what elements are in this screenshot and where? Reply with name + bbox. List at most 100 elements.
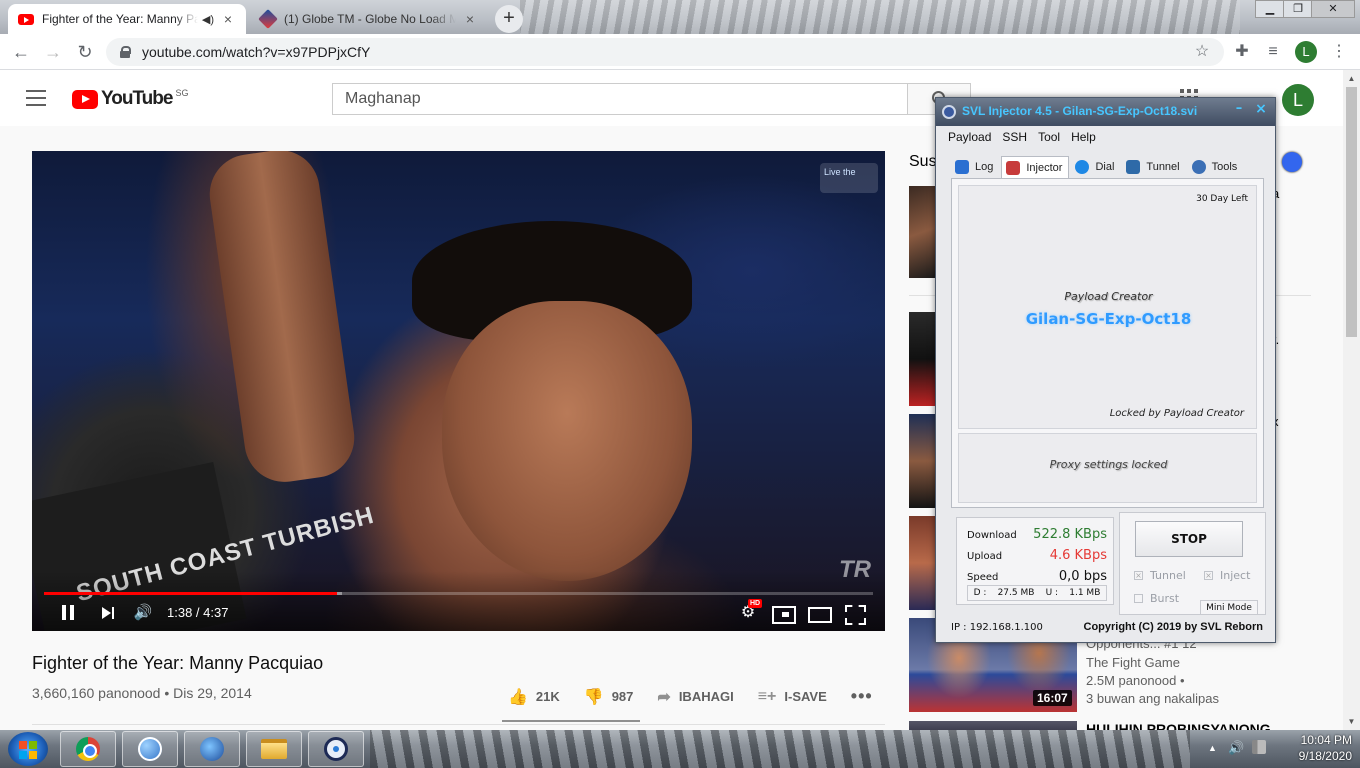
chrome-menu-icon[interactable]: ⋮	[1329, 42, 1349, 62]
close-tab-icon[interactable]: ×	[220, 11, 236, 27]
tab-tools[interactable]: Tools	[1188, 156, 1244, 178]
menu-payload[interactable]: Payload	[948, 130, 991, 144]
close-tab-icon[interactable]: ×	[462, 11, 478, 27]
recommendation-thumbnail[interactable]	[909, 721, 1077, 730]
svl-minimize-button[interactable]: –	[1232, 101, 1246, 119]
recommendation-thumbnail[interactable]	[909, 186, 937, 278]
volume-icon[interactable]: 🔊	[1228, 740, 1244, 756]
menu-help[interactable]: Help	[1071, 130, 1096, 144]
copyright-text: Copyright (C) 2019 by SVL Reborn	[1083, 621, 1264, 633]
pen-icon	[1006, 160, 1021, 175]
scroll-thumb[interactable]	[1346, 87, 1357, 337]
save-button[interactable]: ≡+ I-SAVE	[758, 688, 827, 706]
clock-date[interactable]: 9/18/2020	[1282, 749, 1352, 763]
taskbar-explorer[interactable]	[246, 731, 302, 767]
theater-mode-button[interactable]	[808, 603, 832, 623]
more-actions-button[interactable]: •••	[851, 686, 873, 707]
clock-time[interactable]: 10:04 PM	[1282, 733, 1352, 747]
miniplayer-button[interactable]	[772, 603, 796, 624]
window-minimize-button[interactable]: ▁	[1255, 0, 1285, 18]
taskbar-globe-app[interactable]	[122, 731, 178, 767]
start-button[interactable]	[8, 732, 48, 766]
reload-icon[interactable]: ↻	[74, 41, 96, 63]
taskbar-network-app[interactable]	[184, 731, 240, 767]
recommendation-thumbnail[interactable]	[909, 516, 937, 610]
config-name: Gilan-SG-Exp-Oct18	[1025, 310, 1192, 328]
svl-menubar: Payload SSH Tool Help	[948, 130, 1107, 144]
hd-badge: HD	[748, 599, 763, 608]
inject-checkbox[interactable]: × Inject	[1204, 569, 1250, 582]
scroll-up-icon[interactable]: ▲	[1343, 70, 1360, 87]
phone-icon	[1075, 160, 1090, 174]
search-input[interactable]: Maghanap	[332, 83, 908, 115]
tray-expand-icon[interactable]: ▲	[1208, 743, 1217, 753]
tab-label: Tools	[1211, 161, 1238, 173]
region-badge: SG	[175, 88, 189, 98]
tab-dial[interactable]: Dial	[1071, 156, 1120, 178]
tunnel-label: Tunnel	[1150, 569, 1186, 582]
mini-mode-button[interactable]: Mini Mode	[1200, 600, 1258, 615]
tab-youtube[interactable]: Fighter of the Year: Manny Pacquiao - Yo…	[8, 4, 246, 34]
proxy-settings-box: Proxy settings locked	[958, 433, 1257, 503]
youtube-avatar[interactable]: L	[1282, 84, 1314, 116]
new-tab-button[interactable]: +	[495, 5, 523, 33]
recommendation-title[interactable]: HULIHIN PROBINSYANONG...	[1086, 721, 1282, 730]
address-bar[interactable]: youtube.com/watch?v=x97PDPjxCfY	[106, 38, 1224, 66]
like-button[interactable]: 👍 21K	[508, 687, 560, 707]
tab-injector[interactable]: Injector	[1001, 156, 1070, 178]
checkbox-icon	[1134, 594, 1143, 603]
share-button[interactable]: ➦ IBAHAGI	[657, 687, 733, 707]
volume-icon[interactable]: 🔊	[132, 603, 154, 623]
svl-titlebar[interactable]: SVL Injector 4.5 - Gilan-SG-Exp-Oct18.sv…	[936, 98, 1275, 126]
recommendation-thumbnail[interactable]	[909, 312, 937, 406]
payload-info-box: 30 Day Left Payload Creator Gilan-SG-Exp…	[958, 185, 1257, 429]
divider	[32, 724, 885, 725]
profile-avatar[interactable]: L	[1295, 41, 1317, 63]
tab-globe[interactable]: (1) Globe TM - Globe No Load Mobile Data…	[250, 4, 488, 34]
next-button[interactable]	[100, 603, 116, 623]
channel-name[interactable]: The Fight Game	[1086, 655, 1180, 670]
video-frame-arm	[204, 151, 360, 488]
recommendation-thumbnail[interactable]	[909, 414, 937, 508]
scroll-down-icon[interactable]: ▼	[1343, 713, 1360, 730]
inject-label: Inject	[1220, 569, 1251, 582]
audio-playing-icon[interactable]: ◀)	[202, 13, 214, 26]
tab-strip: Fighter of the Year: Manny Pacquiao - Yo…	[0, 0, 1360, 34]
forward-icon[interactable]: →	[42, 41, 64, 63]
pause-button[interactable]	[60, 603, 76, 623]
tunnel-checkbox[interactable]: × Tunnel	[1134, 569, 1186, 582]
svl-app-icon	[324, 737, 348, 761]
tab-tunnel[interactable]: Tunnel	[1122, 156, 1185, 178]
progress-bar[interactable]	[44, 592, 873, 595]
video-player[interactable]: SOUTH COAST TURBISH Live the TR 🔊 1:38 /…	[32, 151, 885, 631]
taskbar-svl-injector[interactable]	[308, 731, 364, 767]
svl-app-icon	[942, 105, 956, 119]
bookmark-star-icon[interactable]: ☆	[1192, 42, 1212, 62]
action-center-icon[interactable]	[1252, 740, 1266, 754]
burst-checkbox[interactable]: Burst	[1134, 592, 1179, 605]
youtube-logo[interactable]: YouTube SG	[72, 88, 188, 110]
menu-tool[interactable]: Tool	[1038, 130, 1060, 144]
speed-value: 0,0 bps	[1058, 569, 1107, 584]
extensions-puzzle-icon[interactable]: ✚	[1232, 42, 1252, 62]
taskbar-chrome[interactable]	[60, 731, 116, 767]
menu-icon[interactable]	[26, 90, 46, 106]
window-close-button[interactable]: ✕	[1311, 0, 1355, 18]
back-icon[interactable]: ←	[10, 41, 32, 63]
menu-ssh[interactable]: SSH	[1002, 130, 1027, 144]
tab-label: Log	[975, 161, 994, 173]
page-scrollbar[interactable]: ▲ ▼	[1343, 70, 1360, 730]
locked-by-label: Locked by Payload Creator	[1109, 408, 1244, 419]
stop-button[interactable]: STOP	[1135, 521, 1243, 557]
tab-log[interactable]: Log	[951, 156, 999, 178]
fullscreen-button[interactable]	[844, 603, 866, 623]
control-box: STOP × Tunnel × Inject Burst Mini Mode	[1119, 512, 1266, 615]
overlay-indicator-icon	[1282, 152, 1302, 172]
thumbs-up-icon: 👍	[508, 688, 528, 706]
settings-gear-icon[interactable]: ⚙ HD	[737, 599, 763, 623]
window-restore-button[interactable]: ❐	[1283, 0, 1313, 18]
dislike-button[interactable]: 👎 987	[584, 687, 634, 707]
globe-app-icon	[138, 737, 162, 761]
svl-close-button[interactable]: ×	[1254, 101, 1268, 119]
media-control-icon[interactable]: ≡	[1263, 42, 1283, 62]
